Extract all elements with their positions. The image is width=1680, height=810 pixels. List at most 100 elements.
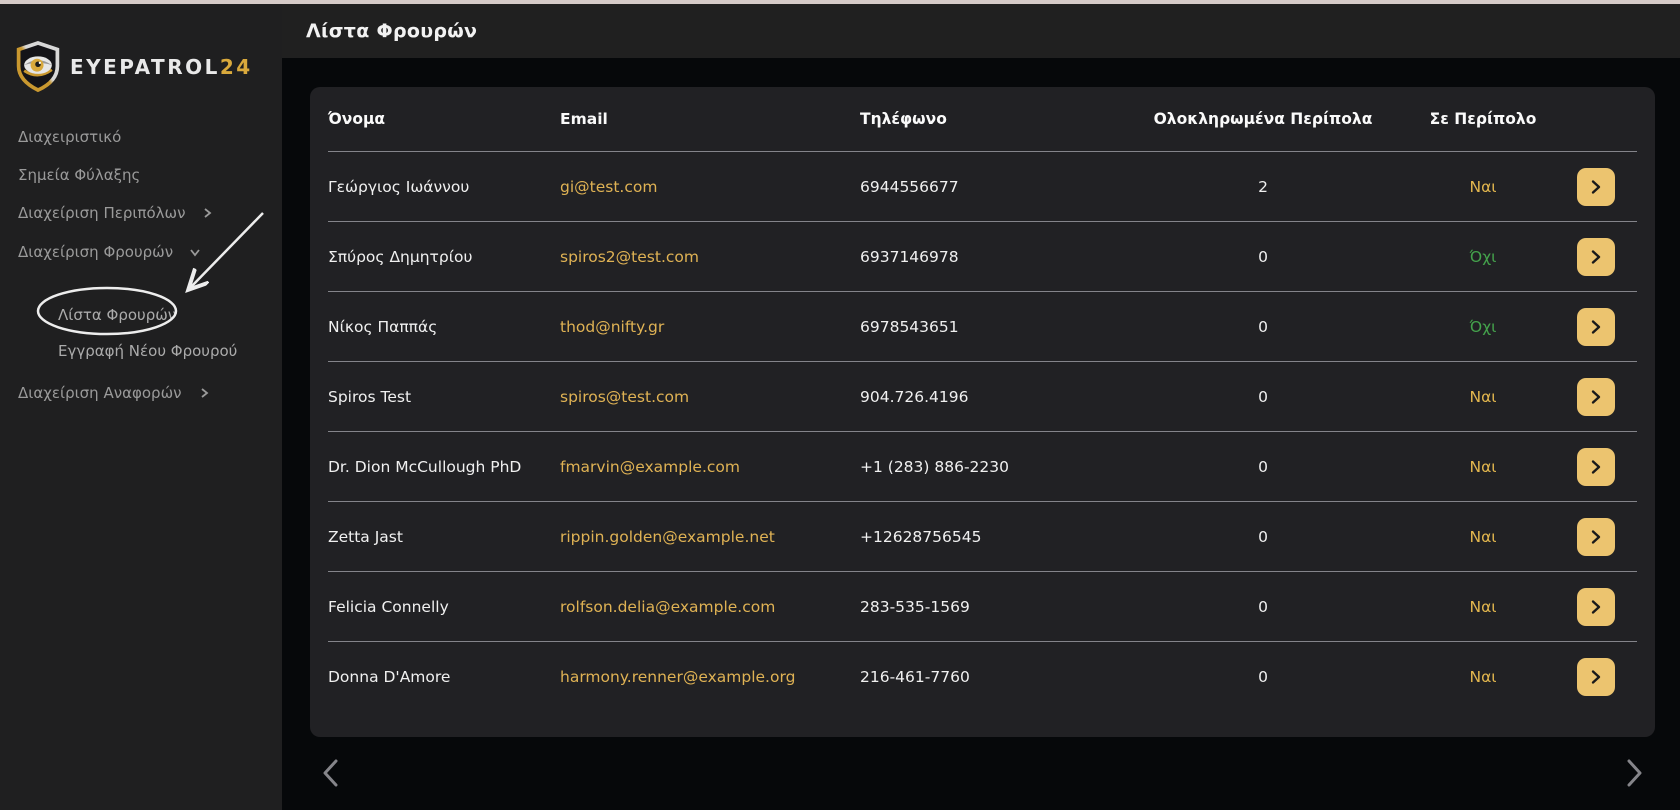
guard-email-link[interactable]: fmarvin@example.com: [560, 458, 860, 476]
guard-completed-patrols: 0: [1098, 528, 1428, 546]
brand-name: EYEPATROL: [70, 55, 220, 79]
guard-name: Σπύρος Δημητρίου: [328, 248, 560, 266]
chevron-right-icon: [1588, 669, 1604, 685]
guard-details-button[interactable]: [1577, 658, 1615, 696]
column-header-email: Email: [560, 110, 860, 128]
guard-phone: 6944556677: [860, 178, 1098, 196]
sidebar-item-guard-points[interactable]: Σημεία Φύλαξης: [18, 165, 140, 185]
guard-phone: 904.726.4196: [860, 388, 1098, 406]
sidebar-item-label: Λίστα Φρουρών: [58, 305, 176, 325]
table-row: Νίκος Παππάς thod@nifty.gr 6978543651 0 …: [328, 292, 1637, 362]
guard-details-button[interactable]: [1577, 168, 1615, 206]
chevron-right-icon: [201, 207, 213, 219]
pagination-next-button[interactable]: [1621, 757, 1647, 789]
sidebar-item-report-management[interactable]: Διαχείριση Αναφορών: [18, 383, 210, 403]
guard-on-patrol-status: Ναι: [1428, 668, 1538, 686]
guard-name: Dr. Dion McCullough PhD: [328, 458, 560, 476]
table-row: Dr. Dion McCullough PhD fmarvin@example.…: [328, 432, 1637, 502]
sidebar-item-new-guard[interactable]: Εγγραφή Νέου Φρουρού: [58, 341, 237, 361]
guard-phone: 6978543651: [860, 318, 1098, 336]
guard-email-link[interactable]: rolfson.delia@example.com: [560, 598, 860, 616]
pagination: [310, 748, 1655, 798]
guard-on-patrol-status: Ναι: [1428, 598, 1538, 616]
sidebar: EYEPATROL24 Διαχειριστικό Σημεία Φύλαξης…: [0, 4, 282, 810]
guard-completed-patrols: 0: [1098, 458, 1428, 476]
guard-phone: +1 (283) 886-2230: [860, 458, 1098, 476]
sidebar-item-label: Διαχείριση Περιπόλων: [18, 203, 185, 223]
table-row: Felicia Connelly rolfson.delia@example.c…: [328, 572, 1637, 642]
chevron-right-icon: [1588, 179, 1604, 195]
chevron-right-icon: [1588, 319, 1604, 335]
sidebar-item-guard-list[interactable]: Λίστα Φρουρών: [58, 305, 176, 325]
column-header-name: Όνομα: [328, 110, 560, 128]
chevron-right-icon: [1588, 529, 1604, 545]
shield-eye-icon: [14, 40, 62, 94]
table-row: Donna D'Amore harmony.renner@example.org…: [328, 642, 1637, 712]
guard-details-button[interactable]: [1577, 448, 1615, 486]
sidebar-item-guard-management[interactable]: Διαχείριση Φρουρών: [18, 242, 201, 262]
brand-accent: 24: [220, 55, 253, 79]
sidebar-item-patrol-management[interactable]: Διαχείριση Περιπόλων: [18, 203, 213, 223]
guard-completed-patrols: 0: [1098, 388, 1428, 406]
guard-phone: 283-535-1569: [860, 598, 1098, 616]
guard-phone: 6937146978: [860, 248, 1098, 266]
guard-details-button[interactable]: [1577, 588, 1615, 626]
guard-email-link[interactable]: harmony.renner@example.org: [560, 668, 860, 686]
guard-phone: 216-461-7760: [860, 668, 1098, 686]
table-header-row: Όνομα Email Τηλέφωνο Ολοκληρωμένα Περίπο…: [328, 87, 1637, 152]
guard-on-patrol-status: Ναι: [1428, 528, 1538, 546]
chevron-down-icon: [189, 246, 201, 258]
guard-on-patrol-status: Ναι: [1428, 458, 1538, 476]
guard-on-patrol-status: Ναι: [1428, 388, 1538, 406]
guard-email-link[interactable]: gi@test.com: [560, 178, 860, 196]
sidebar-item-label: Διαχείριση Φρουρών: [18, 242, 173, 262]
brand-logo: EYEPATROL24: [14, 40, 253, 94]
guard-on-patrol-status: Όχι: [1428, 248, 1538, 266]
sidebar-item-label: Διαχειριστικό: [18, 127, 121, 147]
column-header-completed-patrols: Ολοκληρωμένα Περίπολα: [1098, 110, 1428, 128]
table-row: Spiros Test spiros@test.com 904.726.4196…: [328, 362, 1637, 432]
sidebar-item-label: Εγγραφή Νέου Φρουρού: [58, 341, 237, 361]
guard-name: Spiros Test: [328, 388, 560, 406]
guard-name: Γεώργιος Ιωάννου: [328, 178, 560, 196]
chevron-left-icon: [318, 757, 344, 789]
guard-email-link[interactable]: spiros@test.com: [560, 388, 860, 406]
guard-completed-patrols: 2: [1098, 178, 1428, 196]
sidebar-item-label: Σημεία Φύλαξης: [18, 165, 140, 185]
chevron-right-icon: [198, 387, 210, 399]
guard-email-link[interactable]: thod@nifty.gr: [560, 318, 860, 336]
sidebar-item-admin[interactable]: Διαχειριστικό: [18, 127, 121, 147]
guard-completed-patrols: 0: [1098, 318, 1428, 336]
pagination-prev-button[interactable]: [318, 757, 344, 789]
guard-email-link[interactable]: rippin.golden@example.net: [560, 528, 860, 546]
guard-on-patrol-status: Όχι: [1428, 318, 1538, 336]
table-row: Γεώργιος Ιωάννου gi@test.com 6944556677 …: [328, 152, 1637, 222]
page-header: Λίστα Φρουρών: [282, 4, 1680, 58]
chevron-right-icon: [1588, 599, 1604, 615]
guard-details-button[interactable]: [1577, 518, 1615, 556]
chevron-right-icon: [1621, 757, 1647, 789]
guard-name: Zetta Jast: [328, 528, 560, 546]
sidebar-item-label: Διαχείριση Αναφορών: [18, 383, 182, 403]
column-header-phone: Τηλέφωνο: [860, 110, 1098, 128]
guards-table-panel: Όνομα Email Τηλέφωνο Ολοκληρωμένα Περίπο…: [310, 87, 1655, 737]
window-top-edge: [0, 0, 1680, 4]
guard-completed-patrols: 0: [1098, 598, 1428, 616]
guard-name: Felicia Connelly: [328, 598, 560, 616]
guard-details-button[interactable]: [1577, 238, 1615, 276]
guard-name: Νίκος Παππάς: [328, 318, 560, 336]
column-header-on-patrol: Σε Περίπολο: [1428, 110, 1538, 128]
guard-email-link[interactable]: spiros2@test.com: [560, 248, 860, 266]
guard-completed-patrols: 0: [1098, 668, 1428, 686]
guard-details-button[interactable]: [1577, 378, 1615, 416]
table-body: Γεώργιος Ιωάννου gi@test.com 6944556677 …: [328, 152, 1637, 712]
page-title: Λίστα Φρουρών: [282, 20, 477, 42]
guard-completed-patrols: 0: [1098, 248, 1428, 266]
table-row: Zetta Jast rippin.golden@example.net +12…: [328, 502, 1637, 572]
chevron-right-icon: [1588, 459, 1604, 475]
guard-phone: +12628756545: [860, 528, 1098, 546]
guard-name: Donna D'Amore: [328, 668, 560, 686]
table-row: Σπύρος Δημητρίου spiros2@test.com 693714…: [328, 222, 1637, 292]
guard-details-button[interactable]: [1577, 308, 1615, 346]
guard-on-patrol-status: Ναι: [1428, 178, 1538, 196]
